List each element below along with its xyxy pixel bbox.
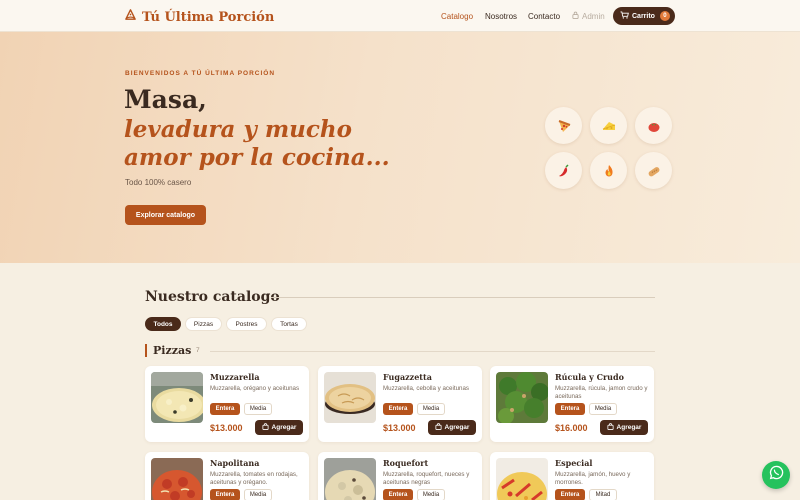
section-accent-bar [145,344,147,357]
filter-tortas[interactable]: Tortas [271,317,307,331]
size-option-mitad[interactable]: Mitad [589,489,617,500]
product-price: $13.000 [383,423,416,433]
product-name: Rúcula y Crudo [555,372,624,382]
product-card: Fugazzetta Muzzarella, cebolla y aceitun… [318,366,482,442]
product-price: $16.000 [555,423,588,433]
size-option-media[interactable]: Media [589,403,617,415]
explore-catalog-button[interactable]: Explorar catalogo [125,205,206,225]
product-name: Napolitana [210,458,260,468]
add-to-cart-button[interactable]: Agregar [255,420,303,435]
product-card: Rúcula y Crudo Muzzarella, rúcula, jamon… [490,366,654,442]
size-option-entera[interactable]: Entera [555,403,585,415]
hero-title-line1: Masa, [124,85,207,114]
tomato-icon [635,107,672,144]
size-option-media[interactable]: Media [244,489,272,500]
product-description: Muzzarella, tomates en rodajas, aceituna… [210,471,298,486]
product-image [324,458,376,500]
hero-icon-grid [545,107,673,189]
pizza-icon [545,107,582,144]
product-name: Fugazzetta [383,372,432,382]
add-to-cart-button[interactable]: Agregar [600,420,648,435]
hero-section: BIENVENIDOS A TÚ ÚLTIMA PORCIÓN Masa, le… [0,32,800,263]
size-option-entera[interactable]: Entera [210,489,240,500]
size-option-media[interactable]: Media [417,403,445,415]
product-card: Muzzarella Muzzarella, orégano y aceitun… [145,366,309,442]
size-option-entera[interactable]: Entera [555,489,585,500]
size-option-entera[interactable]: Entera [383,489,413,500]
product-image [151,458,203,500]
product-description: Muzzarella, jamón, huevo y morrones. [555,471,631,486]
cheese-icon [590,107,627,144]
catalog-title: Nuestro catalogo [145,289,280,305]
catalog-divider [271,297,655,298]
filter-todos[interactable]: Todos [145,317,181,331]
add-label: Agregar [271,424,297,431]
product-price: $13.000 [210,423,243,433]
nav-link-nosotros[interactable]: Nosotros [485,12,517,21]
add-label: Agregar [444,424,470,431]
product-image [324,372,376,423]
product-name: Muzzarella [210,372,260,382]
navbar: Tú Última Porción Catalogo Nosotros Cont… [0,0,800,32]
nav-link-contacto[interactable]: Contacto [528,12,560,21]
add-to-cart-button[interactable]: Agregar [428,420,476,435]
bag-icon [435,423,442,432]
cart-button[interactable]: Carrito 0 [613,7,675,25]
product-name: Roquefort [383,458,429,468]
hero-title-line2: levadura y mucho [124,116,352,143]
nav-link-catalogo[interactable]: Catalogo [441,12,473,21]
filter-pizzas[interactable]: Pizzas [185,317,222,331]
section-title-pizzas: Pizzas [153,344,192,357]
product-description: Muzzarella, rúcula, jamon crudo y aceitu… [555,385,648,400]
cart-label: Carrito [632,12,655,20]
lock-icon [572,11,579,21]
filter-postres[interactable]: Postres [226,317,267,331]
product-name: Especial [555,458,593,468]
product-card: Especial Muzzarella, jamón, huevo y morr… [490,452,654,500]
admin-label: Admin [582,11,605,21]
cart-count-badge: 0 [659,11,670,21]
brand-name: Tú Última Porción [142,9,275,25]
product-description: Muzzarella, cebolla y aceitunas [383,385,469,392]
product-card: Napolitana Muzzarella, tomates en rodaja… [145,452,309,500]
hero-subtitle: Todo 100% casero [125,178,192,187]
size-option-entera[interactable]: Entera [210,403,240,415]
hero-title-line3: amor por la cocina... [124,144,390,171]
add-label: Agregar [616,424,642,431]
product-image [496,458,548,500]
nav-link-admin[interactable]: Admin [572,11,605,21]
product-image [496,372,548,423]
chat-bubble-icon [769,465,784,485]
size-option-media[interactable]: Media [244,403,272,415]
product-description: Muzzarella, roquefort, nueces y aceituna… [383,471,470,486]
section-count: 7 [196,347,200,354]
bag-icon [262,423,269,432]
size-option-entera[interactable]: Entera [383,403,413,415]
product-card: Roquefort Muzzarella, roquefort, nueces … [318,452,482,500]
hero-eyebrow: BIENVENIDOS A TÚ ÚLTIMA PORCIÓN [125,70,276,77]
size-option-media[interactable]: Media [417,489,445,500]
brand-logo[interactable]: Tú Última Porción [124,8,274,26]
whatsapp-chat-button[interactable] [762,461,790,489]
bag-icon [607,423,614,432]
section-divider [210,351,655,352]
chili-icon [545,152,582,189]
product-image [151,372,203,423]
product-description: Muzzarella, orégano y aceitunas [210,385,300,392]
fire-icon [590,152,627,189]
pizza-slice-icon [124,8,137,26]
bread-icon [635,152,672,189]
cart-icon [620,11,629,21]
